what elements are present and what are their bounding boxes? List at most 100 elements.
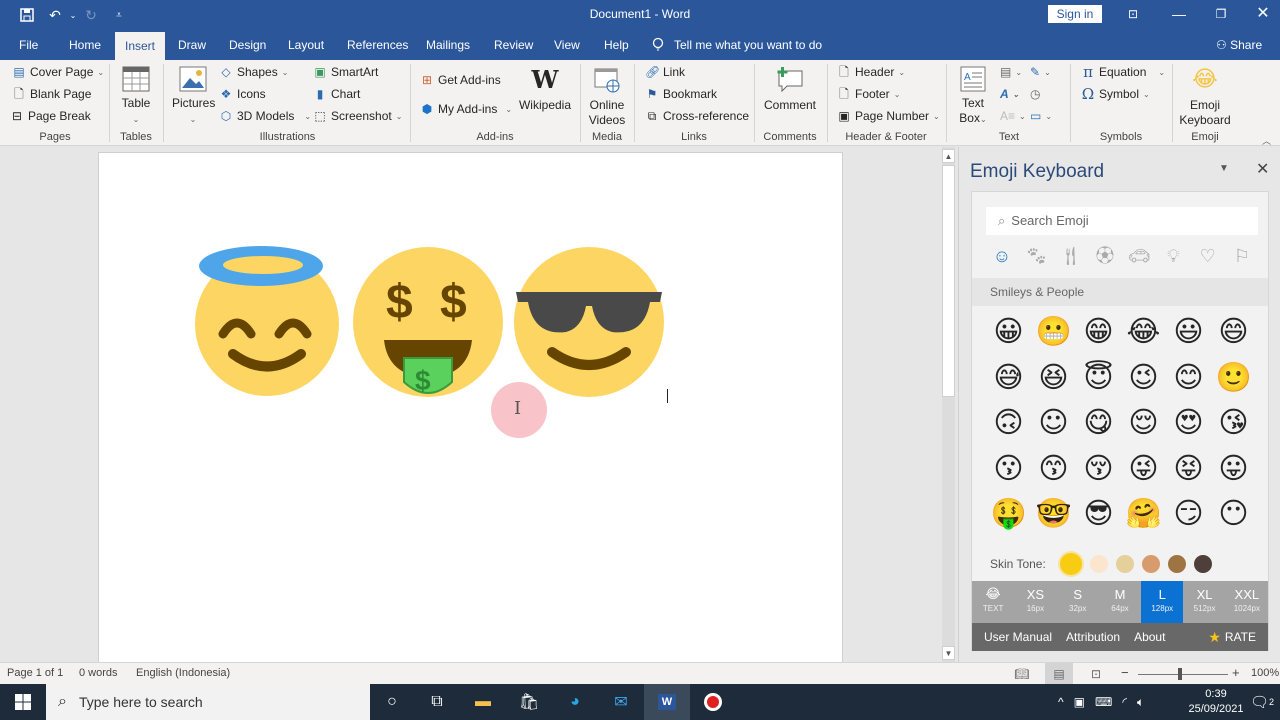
cover-page-button[interactable]: ▤ Cover Page ⌄ — [12, 65, 104, 79]
page-break-button[interactable]: ⊟ Page Break — [10, 109, 91, 123]
emoji-grid-item[interactable]: 😍 — [1166, 400, 1211, 446]
language-indicator[interactable]: English (Indonesia) — [136, 667, 230, 679]
emoji-grid-item[interactable]: 😀 — [986, 309, 1031, 355]
emoji-grid-item[interactable]: 😬 — [1031, 309, 1076, 355]
attribution-link[interactable]: Attribution — [1066, 630, 1120, 644]
emoji-grid-item[interactable]: 😶 — [1211, 491, 1256, 537]
vertical-scrollbar[interactable]: ▲ ▼ — [940, 147, 957, 662]
skin-tone-option[interactable] — [1193, 555, 1212, 573]
about-link[interactable]: About — [1134, 630, 1165, 644]
emoji-grid-item[interactable]: 😙 — [1031, 446, 1076, 492]
emoji-grid-item[interactable]: 🤑 — [986, 491, 1031, 537]
emoji-grid-item[interactable]: 😗 — [986, 446, 1031, 492]
redo-icon[interactable]: ↻ — [80, 5, 102, 25]
emoji-money-mouth-face[interactable]: $ $ $ — [352, 246, 506, 398]
start-button[interactable] — [0, 684, 46, 720]
skin-tone-option[interactable] — [1059, 553, 1082, 575]
3d-models-button[interactable]: ⬡ 3D Models ⌄ — [219, 109, 311, 123]
zoom-slider[interactable] — [1138, 674, 1228, 675]
size-option-xs[interactable]: XS 16px — [1014, 581, 1056, 623]
signature-line-icon[interactable]: ✎ ⌄ — [1030, 65, 1051, 79]
my-add-ins-button[interactable]: ⬢ My Add-ins ⌄ — [420, 102, 512, 116]
date-time-icon[interactable]: ◷ — [1030, 87, 1040, 101]
volume-icon[interactable]: 🔈︎ — [1137, 695, 1144, 710]
minimize-icon[interactable]: — — [1156, 0, 1202, 30]
objects-icon[interactable]: 💡︎ — [1161, 244, 1185, 268]
emoji-grid-item[interactable]: 🙂 — [1211, 355, 1256, 401]
emoji-grid-item[interactable]: 😊 — [1166, 355, 1211, 401]
cortana-icon[interactable]: ○ — [369, 684, 415, 720]
food-icon[interactable]: 🍴︎ — [1059, 244, 1083, 268]
tab-design[interactable]: Design — [221, 30, 274, 60]
recorder-icon[interactable] — [690, 684, 736, 720]
wikipedia-button[interactable]: W Wikipedia — [518, 66, 572, 113]
share-button[interactable]: ⚇ Share — [1216, 30, 1262, 60]
zoom-slider-thumb[interactable] — [1178, 668, 1182, 680]
tab-draw[interactable]: Draw — [170, 30, 214, 60]
icons-button[interactable]: ❖ Icons — [219, 87, 266, 101]
size-option-xl[interactable]: XL 512px — [1183, 581, 1225, 623]
table-button[interactable]: Table ⌄ — [118, 66, 154, 127]
emoji-grid-item[interactable]: 😅 — [986, 355, 1031, 401]
customize-qat-icon[interactable]: ⩡ — [108, 5, 130, 25]
comment-button[interactable]: Comment — [762, 66, 818, 113]
skin-tone-option[interactable] — [1115, 555, 1134, 573]
word-count[interactable]: 0 words — [79, 667, 118, 679]
user-manual-link[interactable]: User Manual — [984, 630, 1052, 644]
scroll-thumb[interactable] — [942, 165, 955, 397]
network-icon[interactable]: ◜ — [1122, 695, 1127, 709]
show-hidden-icons[interactable]: ^ — [1058, 695, 1064, 709]
tab-insert[interactable]: Insert — [115, 32, 166, 60]
emoji-grid-item[interactable]: 😃 — [1166, 309, 1211, 355]
pane-close-icon[interactable]: ✕ — [1256, 159, 1269, 179]
edge-icon[interactable]: ◕ — [552, 684, 598, 720]
tell-me-search[interactable]: Tell me what you want to do — [652, 30, 822, 60]
footer-button[interactable]: 🗋 Footer ⌄ — [837, 87, 900, 101]
emoji-grid-item[interactable]: 😏 — [1166, 491, 1211, 537]
equation-button[interactable]: π Equation ⌄ — [1081, 65, 1165, 80]
zoom-out-button[interactable]: − — [1121, 665, 1129, 680]
tab-help[interactable]: Help — [596, 30, 637, 60]
tab-home[interactable]: Home — [61, 30, 109, 60]
flags-icon[interactable]: ⚐ — [1230, 244, 1254, 268]
print-layout-icon[interactable]: ▤ — [1045, 663, 1073, 685]
emoji-search-input[interactable]: ⌕ Search Emoji — [986, 207, 1258, 235]
zoom-level[interactable]: 100% — [1251, 667, 1279, 679]
travel-icon[interactable]: 🚗︎ — [1127, 244, 1151, 268]
size-option-l[interactable]: L 128px — [1141, 581, 1184, 623]
emoji-grid-item[interactable]: 😉 — [1121, 355, 1166, 401]
tab-review[interactable]: Review — [486, 30, 541, 60]
emoji-grid-item[interactable]: 😆 — [1031, 355, 1076, 401]
emoji-halo-face[interactable] — [193, 244, 343, 400]
tab-layout[interactable]: Layout — [280, 30, 332, 60]
emoji-grid-item[interactable]: 😜 — [1121, 446, 1166, 492]
size-option-text[interactable]: 😂 TEXT — [972, 581, 1014, 623]
blank-page-button[interactable]: 🗋 Blank Page — [12, 87, 91, 101]
task-view-icon[interactable]: ⧉ — [414, 684, 460, 720]
size-option-s[interactable]: S 32px — [1057, 581, 1099, 623]
sign-in-button[interactable]: Sign in — [1048, 5, 1102, 23]
text-box-button[interactable]: A Text Box⌄ — [955, 66, 991, 127]
link-button[interactable]: 🔗︎ Link — [645, 65, 685, 79]
page-count[interactable]: Page 1 of 1 — [7, 667, 63, 679]
notification-center-icon[interactable]: 🗨︎ 2 — [1244, 684, 1280, 720]
object-icon[interactable]: ▭ ⌄ — [1030, 109, 1052, 123]
emoji-grid-item[interactable]: 😝 — [1166, 446, 1211, 492]
meet-now-icon[interactable]: ▣ — [1074, 695, 1085, 709]
mail-icon[interactable]: ✉ — [598, 684, 644, 720]
bookmark-button[interactable]: ⚑ Bookmark — [645, 87, 717, 101]
smartart-button[interactable]: ▣ SmartArt — [313, 65, 378, 79]
keyboard-icon[interactable]: ⌨ — [1095, 695, 1112, 709]
file-explorer-icon[interactable]: ▬ — [460, 684, 506, 720]
emoji-grid-item[interactable]: 😚 — [1076, 446, 1121, 492]
emoji-grid-item[interactable]: 🙃 — [986, 400, 1031, 446]
screenshot-button[interactable]: ⬚ Screenshot ⌄ — [313, 109, 402, 123]
emoji-sunglasses-face[interactable] — [512, 246, 666, 398]
emoji-grid-item[interactable]: 😎 — [1076, 491, 1121, 537]
header-button[interactable]: 🗋 Header ⌄ — [837, 65, 905, 79]
word-taskbar-icon[interactable]: W — [644, 684, 690, 720]
page-number-button[interactable]: ▣ Page Number ⌄ — [837, 109, 939, 123]
emoji-grid-item[interactable]: 😄 — [1211, 309, 1256, 355]
tab-view[interactable]: View — [546, 30, 588, 60]
skin-tone-option[interactable] — [1167, 555, 1186, 573]
